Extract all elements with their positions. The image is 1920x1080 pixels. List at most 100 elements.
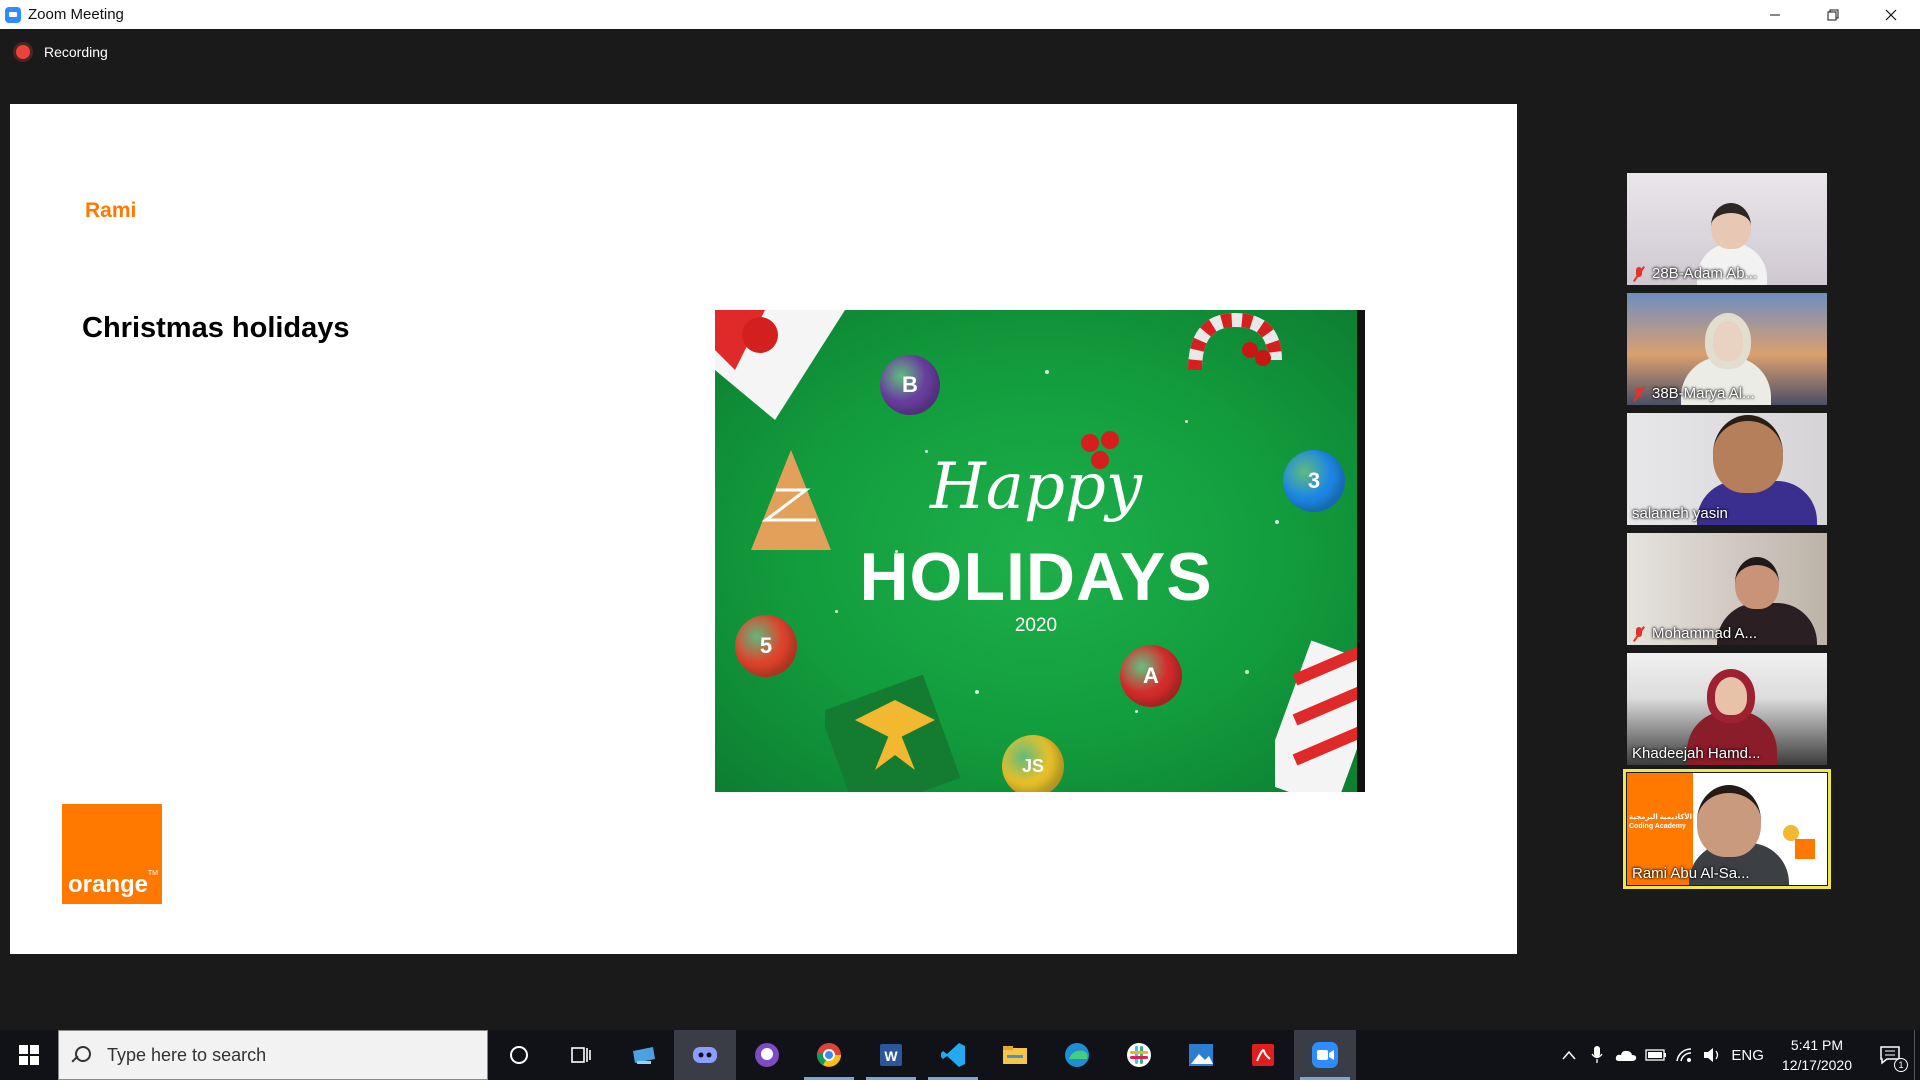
participant-tile[interactable]: salameh yasin xyxy=(1627,413,1827,525)
taskbar-app-explorer[interactable] xyxy=(984,1030,1046,1080)
ornament-text: B xyxy=(902,372,918,397)
gold-bow-gift-icon xyxy=(825,674,961,792)
microphone-icon xyxy=(1591,1046,1603,1063)
taskbar-app-github[interactable] xyxy=(736,1030,798,1080)
action-center-button[interactable]: 1 xyxy=(1866,1030,1914,1080)
task-view-button[interactable] xyxy=(550,1030,612,1080)
snowflake xyxy=(1135,710,1138,713)
ornament-text: A xyxy=(1143,663,1159,688)
taskbar-app-slack[interactable] xyxy=(1108,1030,1170,1080)
onedrive-cloud-icon xyxy=(1616,1050,1637,1061)
network-app-icon xyxy=(633,1047,655,1064)
participant-name-label: 28B-Adam Ab... xyxy=(1632,265,1757,282)
taskbar-app[interactable] xyxy=(612,1030,674,1080)
ornament-text: JS xyxy=(1021,755,1045,776)
participant-tile[interactable]: Mohammad A... xyxy=(1627,533,1827,645)
participant-name-label: salameh yasin xyxy=(1632,505,1728,522)
show-hidden-icons-button[interactable] xyxy=(1555,1030,1583,1080)
recording-indicator[interactable]: Recording xyxy=(16,44,108,60)
participant-name: Mohammad A... xyxy=(1652,625,1758,642)
github-desktop-icon xyxy=(755,1043,779,1067)
participant-name: 38B-Marya Al... xyxy=(1652,385,1755,402)
clock-date: 12/17/2020 xyxy=(1781,1057,1852,1073)
slack-icon xyxy=(1127,1043,1151,1067)
greeting-script-text: Happy xyxy=(929,450,1143,524)
shared-screen-slide: Rami Christmas holidays B 3 5 A JS Happy… xyxy=(10,104,1517,954)
restore-icon xyxy=(1827,9,1839,20)
taskbar-clock[interactable]: 5:41 PM 12/17/2020 xyxy=(1768,1035,1866,1075)
logo-trademark: TM xyxy=(147,870,158,877)
greeting-year: 2020 xyxy=(1014,615,1058,636)
taskbar-search-box[interactable]: Type here to search xyxy=(58,1030,488,1080)
avatar xyxy=(1711,203,1751,249)
snowflake xyxy=(1245,670,1249,674)
holiday-greeting-image: B 3 5 A JS Happy HOLIDAYS 2020 xyxy=(715,310,1365,792)
battery-tray-button[interactable] xyxy=(1641,1030,1671,1080)
illustration-graphic xyxy=(1777,803,1817,863)
participant-name-label: Khadeejah Hamd... xyxy=(1632,745,1760,762)
notification-count-badge: 1 xyxy=(1894,1058,1908,1072)
window-title: Zoom Meeting xyxy=(28,6,124,23)
slide-title: Christmas holidays xyxy=(82,312,350,344)
logo-wordmark: orange xyxy=(68,871,149,898)
taskbar-app-chrome[interactable] xyxy=(798,1030,860,1080)
taskbar-app-edge[interactable] xyxy=(1046,1030,1108,1080)
chrome-icon xyxy=(816,1043,841,1067)
javascript-icon: JS xyxy=(1002,735,1064,792)
search-placeholder: Type here to search xyxy=(107,1044,267,1065)
wifi-tray-button[interactable] xyxy=(1671,1030,1699,1080)
participant-name-label: Rami Abu Al-Sa... xyxy=(1632,865,1750,882)
participant-tile-active-speaker[interactable]: الأكاديمية البرمجية Coding Academy Rami … xyxy=(1623,769,1831,889)
close-icon xyxy=(1885,9,1897,20)
taskbar-app-discord[interactable] xyxy=(674,1030,736,1080)
avatar xyxy=(1735,557,1779,609)
acrobat-icon xyxy=(1252,1044,1274,1066)
taskbar-app-zoom[interactable] xyxy=(1294,1030,1356,1080)
zoom-icon xyxy=(1312,1042,1338,1068)
bootstrap-icon: B xyxy=(880,355,940,415)
snowflake xyxy=(975,690,979,694)
start-button[interactable] xyxy=(0,1030,58,1080)
recording-label: Recording xyxy=(44,44,108,60)
virtual-background-arabic: الأكاديمية البرمجية xyxy=(1629,814,1692,821)
avatar xyxy=(1705,313,1751,369)
system-tray: ENG 5:41 PM 12/17/2020 1 xyxy=(1555,1030,1920,1080)
slide-presenter-name: Rami xyxy=(85,199,137,222)
cortana-button[interactable] xyxy=(488,1030,550,1080)
show-desktop-button[interactable] xyxy=(1914,1030,1920,1080)
volume-tray-button[interactable] xyxy=(1699,1030,1727,1080)
virtual-background-text: الأكاديمية البرمجية Coding Academy xyxy=(1629,813,1693,831)
word-icon: W xyxy=(880,1044,902,1066)
taskbar-app-acrobat[interactable] xyxy=(1232,1030,1294,1080)
close-button[interactable] xyxy=(1862,0,1920,29)
participant-tile[interactable]: 28B-Adam Ab... xyxy=(1627,173,1827,285)
windows-taskbar: Type here to search W ENG 5:41 PM 12/17/… xyxy=(0,1030,1920,1080)
onedrive-tray-button[interactable] xyxy=(1611,1030,1641,1080)
minimize-button[interactable] xyxy=(1746,0,1804,29)
taskbar-app-vscode[interactable] xyxy=(922,1030,984,1080)
angular-icon: A xyxy=(1120,645,1182,707)
microphone-tray-button[interactable] xyxy=(1583,1030,1611,1080)
restore-button[interactable] xyxy=(1804,0,1862,29)
taskbar-app-photos[interactable] xyxy=(1170,1030,1232,1080)
avatar xyxy=(1707,669,1755,723)
cortana-icon xyxy=(510,1046,528,1064)
meeting-area: Recording Rami Christmas holidays B 3 5 … xyxy=(0,29,1920,1030)
participant-tile[interactable]: Khadeejah Hamd... xyxy=(1627,653,1827,765)
input-language-button[interactable]: ENG xyxy=(1727,1030,1768,1080)
gift-box-icon xyxy=(715,310,845,420)
participant-tile[interactable]: 38B-Marya Al... xyxy=(1627,293,1827,405)
muted-microphone-icon xyxy=(1632,266,1646,282)
recording-dot-icon xyxy=(16,45,30,59)
taskbar-app-word[interactable]: W xyxy=(860,1030,922,1080)
participant-name-label: 38B-Marya Al... xyxy=(1632,385,1755,402)
search-icon xyxy=(73,1046,91,1064)
participant-name: salameh yasin xyxy=(1632,505,1728,522)
muted-microphone-icon xyxy=(1632,386,1646,402)
participant-name-label: Mohammad A... xyxy=(1632,625,1757,642)
clock-time: 5:41 PM xyxy=(1790,1037,1844,1053)
image-edge xyxy=(1357,310,1365,792)
discord-icon xyxy=(693,1047,717,1063)
candy-cane-icon xyxy=(1188,312,1282,371)
wifi-icon xyxy=(1676,1048,1692,1062)
